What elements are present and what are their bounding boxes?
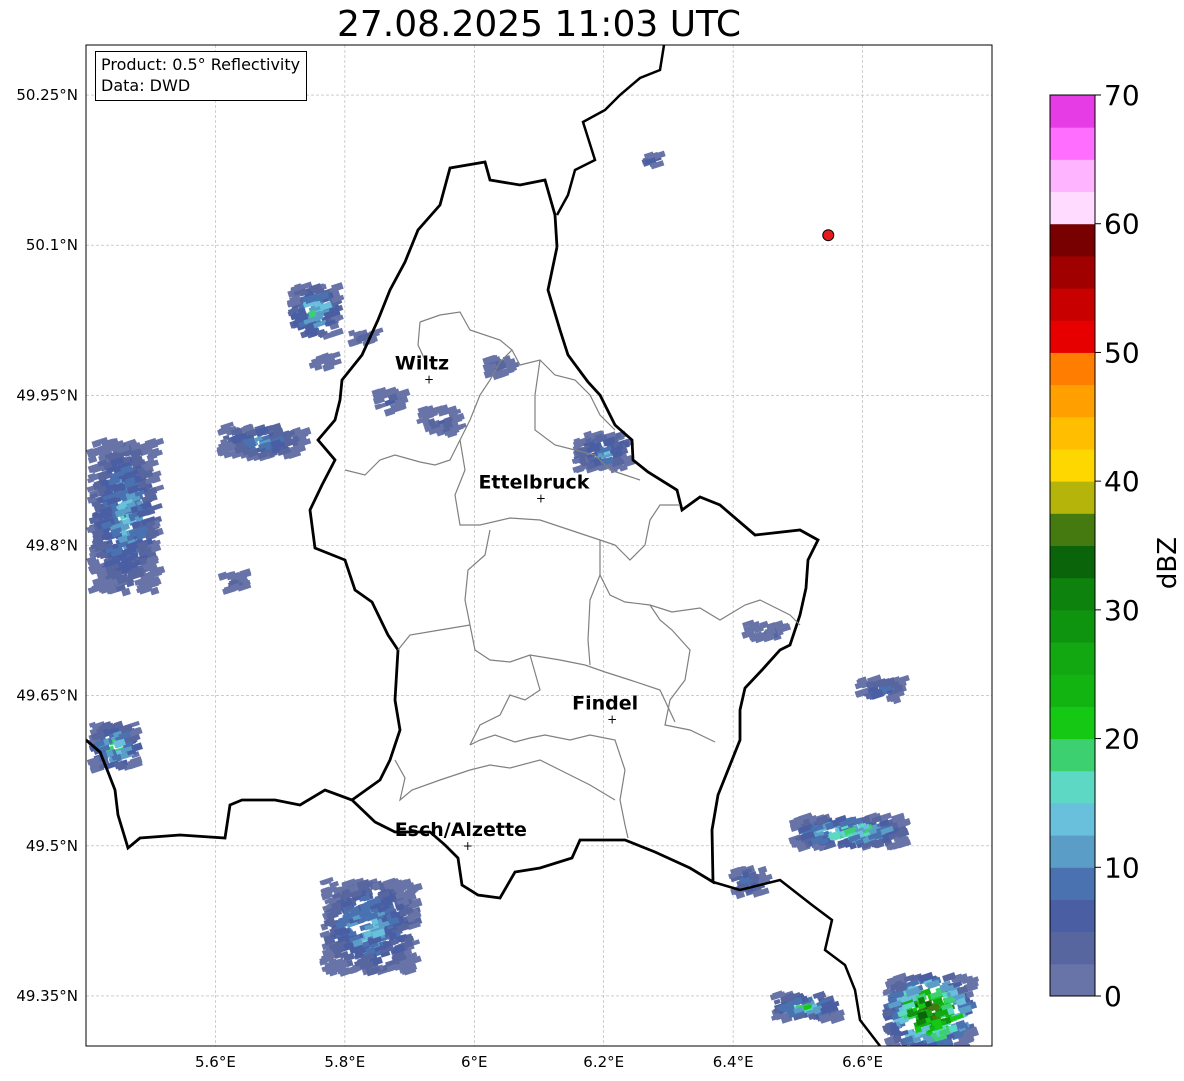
colorbar-segment: [1050, 835, 1095, 868]
colorbar-segment: [1050, 642, 1095, 675]
x-tick-label: 6.6°E: [842, 1053, 883, 1071]
echo-cluster: [347, 327, 384, 347]
colorbar-segment: [1050, 706, 1095, 740]
colorbar-tick-label: 40: [1104, 465, 1140, 498]
colorbar-segment: [1050, 481, 1095, 514]
echo-cluster: [319, 876, 423, 977]
axes: 5.6°E 5.8°E 6°E 6.2°E 6.4°E 6.6°E 50.25°N 50.1°…: [16, 44, 993, 1071]
colorbar-segment: [1050, 255, 1095, 289]
x-tick-label: 6.4°E: [713, 1053, 754, 1071]
colorbar-segment: [1050, 963, 1095, 997]
colorbar-segment: [1050, 384, 1095, 418]
city-marker: +: [463, 839, 473, 853]
city-label: Findel: [572, 693, 638, 715]
echo-cluster: [882, 971, 980, 1046]
colorbar-segment: [1050, 899, 1095, 933]
echo-cluster: [308, 351, 342, 372]
echo-cluster: [788, 812, 912, 853]
colorbar-segment: [1050, 931, 1095, 965]
colorbar: 0 10 20 30 40 50 60 70: [1049, 79, 1140, 1013]
echo-cluster: [416, 404, 467, 438]
radar-site-marker: [822, 229, 835, 242]
echo-cluster: [728, 864, 773, 900]
colorbar-segment: [1050, 867, 1095, 900]
colorbar-segment: [1050, 352, 1095, 386]
city-marker: +: [607, 713, 617, 727]
radar-map: 5.6°E 5.8°E 6°E 6.2°E 6.4°E 6.6°E 50.25°N 50.1°…: [16, 44, 1140, 1071]
colorbar-segment: [1050, 577, 1095, 611]
product-text: Product: 0.5° Reflectivity: [101, 55, 301, 74]
city-label: Ettelbruck: [478, 471, 589, 493]
colorbar-segment: [1050, 288, 1095, 321]
echo-cluster: [741, 619, 792, 644]
colorbar-tick-label: 20: [1104, 723, 1140, 756]
colorbar-tick-label: 70: [1104, 79, 1140, 112]
echo-cluster: [217, 568, 252, 595]
echo-cluster: [371, 386, 411, 417]
y-tick-label: 50.25°N: [16, 86, 78, 104]
colorbar-label: dBZ: [1153, 536, 1183, 590]
colorbar-segment: [1050, 127, 1095, 160]
echo-cluster: [482, 354, 520, 381]
echo-pixel: [953, 1040, 962, 1046]
echo-cluster: [216, 421, 312, 462]
x-tick-label: 6.2°E: [583, 1053, 624, 1071]
x-tick-label: 5.8°E: [324, 1053, 365, 1071]
y-tick-label: 50.1°N: [26, 236, 78, 254]
echo-cluster: [641, 150, 666, 170]
colorbar-segment: [1050, 770, 1095, 804]
colorbar-segment: [1050, 802, 1095, 836]
colorbar-segment: [1050, 320, 1095, 353]
colorbar-segment: [1050, 416, 1095, 450]
colorbar-tick-label: 30: [1104, 594, 1140, 627]
colorbar-segment: [1050, 95, 1095, 128]
colorbar-segment: [1050, 738, 1095, 772]
echo-pixel: [773, 998, 781, 1005]
y-tick-label: 49.95°N: [16, 386, 78, 404]
colorbar-segment: [1050, 609, 1095, 643]
colorbar-segment: [1050, 448, 1095, 482]
y-tick-label: 49.65°N: [16, 687, 78, 705]
colorbar-tick-label: 10: [1104, 851, 1140, 884]
colorbar-segment: [1050, 513, 1095, 546]
echo-cluster: [854, 674, 910, 705]
colorbar-segment: [1050, 223, 1095, 257]
y-tick-label: 49.35°N: [16, 987, 78, 1005]
y-tick-label: 49.8°N: [26, 537, 78, 555]
luxembourg-border: [86, 246, 820, 900]
y-tick-label: 49.5°N: [26, 837, 78, 855]
colorbar-segment: [1050, 545, 1095, 579]
echo-cluster: [86, 436, 166, 597]
reflectivity-echoes: [86, 150, 980, 1046]
colorbar-tick-label: 50: [1104, 336, 1140, 369]
city-label: Wiltz: [395, 352, 449, 374]
germany-border: [555, 45, 666, 216]
echo-pixel: [330, 282, 344, 293]
colorbar-segment: [1050, 191, 1095, 225]
france-border: [712, 878, 881, 1046]
city-marker: +: [536, 491, 546, 505]
x-tick-label: 6°E: [461, 1053, 488, 1071]
data-source-text: Data: DWD: [101, 76, 191, 95]
colorbar-segment: [1050, 674, 1095, 707]
lat-lon-grid: [86, 45, 992, 1046]
colorbar-tick-label: 60: [1104, 208, 1140, 241]
city-marker: +: [424, 372, 434, 386]
x-tick-label: 5.6°E: [195, 1053, 236, 1071]
echo-pixel: [757, 865, 768, 875]
colorbar-segment: [1050, 159, 1095, 193]
city-label: Esch/Alzette: [395, 819, 527, 841]
radar-site: [822, 229, 835, 242]
product-info-box: Product: 0.5° Reflectivity Data: DWD: [95, 51, 308, 101]
echo-cluster: [769, 990, 845, 1025]
echo-cluster: [286, 281, 345, 340]
colorbar-tick-label: 0: [1104, 980, 1122, 1013]
